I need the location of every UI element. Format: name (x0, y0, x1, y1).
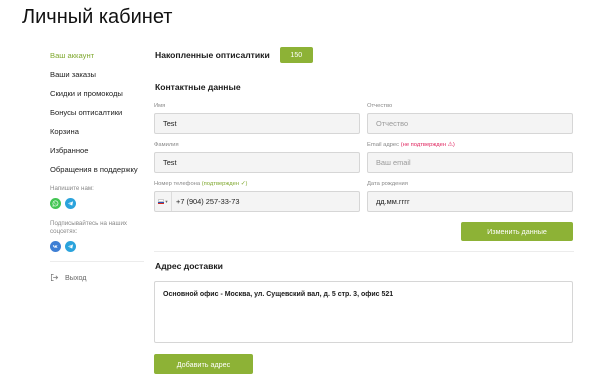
email-field: Email адрес (не подтвержден ⚠) Ваш email (367, 142, 573, 173)
sidebar-item-favorites[interactable]: Избранное (50, 145, 150, 164)
logout-label: Выход (65, 273, 87, 282)
sidebar-divider (50, 261, 144, 262)
whatsapp-icon[interactable] (50, 198, 61, 209)
phone-label: Номер телефона (154, 181, 201, 187)
sidebar-item-support[interactable]: Обращения в поддержку (50, 164, 150, 183)
add-address-button[interactable]: Добавить адрес (154, 354, 253, 374)
sidebar-item-orders[interactable]: Ваши заказы (50, 69, 150, 88)
section-divider (154, 251, 574, 252)
email-unverified-status: (не подтвержден ⚠) (400, 142, 455, 148)
sidebar-item-account[interactable]: Ваш аккаунт (50, 50, 150, 69)
email-label: Email адрес (367, 142, 400, 148)
country-selector[interactable]: ▼ (155, 192, 172, 211)
sidebar-item-discounts[interactable]: Скидки и промокоды (50, 88, 150, 107)
sidebar-item-bonuses[interactable]: Бонусы оптисалтики (50, 107, 150, 126)
last-name-field: Фамилия Test (154, 142, 360, 173)
first-name-field: Имя Test (154, 103, 360, 134)
page-title: Личный кабинет (22, 6, 173, 28)
russia-flag-icon (157, 199, 164, 204)
vk-icon[interactable] (50, 241, 61, 252)
logout-button[interactable]: Выход (50, 273, 87, 282)
subscribe-label: Подписывайтесь на наших соцсетях: (50, 220, 128, 235)
chevron-down-icon: ▼ (164, 199, 169, 204)
address-text: Основной офис - Москва, ул. Сущевский ва… (163, 291, 394, 298)
first-name-input[interactable]: Test (154, 113, 360, 134)
bonus-label: Накопленные оптисалтики (155, 50, 270, 60)
phone-value: +7 (904) 257-33-73 (176, 197, 240, 206)
patronymic-label: Отчество (367, 103, 393, 109)
delivery-title: Адрес доставки (155, 261, 223, 271)
logout-icon (50, 273, 59, 282)
phone-input[interactable]: ▼ +7 (904) 257-33-73 (154, 191, 360, 212)
first-name-label: Имя (154, 103, 166, 109)
birthdate-field: Дата рождения дд.мм.гггг (367, 181, 573, 212)
email-input[interactable]: Ваш email (367, 152, 573, 173)
bonus-row: Накопленные оптисалтики 150 (155, 47, 313, 63)
last-name-input[interactable]: Test (154, 152, 360, 173)
bonus-badge: 150 (279, 47, 313, 63)
patronymic-field: Отчество Отчество (367, 103, 573, 134)
patronymic-input[interactable]: Отчество (367, 113, 573, 134)
last-name-label: Фамилия (154, 142, 179, 148)
birthdate-input[interactable]: дд.мм.гггг (367, 191, 573, 212)
contacts-title: Контактные данные (155, 82, 241, 92)
write-us-label: Напишите нам: (50, 185, 94, 192)
birthdate-label: Дата рождения (367, 181, 408, 187)
phone-verified-status: (подтвержден ✓) (201, 181, 248, 187)
telegram-icon[interactable] (65, 241, 76, 252)
phone-field: Номер телефона (подтвержден ✓) ▼ +7 (904… (154, 181, 360, 212)
sidebar-item-cart[interactable]: Корзина (50, 126, 150, 145)
address-card[interactable]: Основной офис - Москва, ул. Сущевский ва… (154, 281, 573, 343)
telegram-icon[interactable] (65, 198, 76, 209)
save-contacts-button[interactable]: Изменить данные (461, 222, 573, 241)
